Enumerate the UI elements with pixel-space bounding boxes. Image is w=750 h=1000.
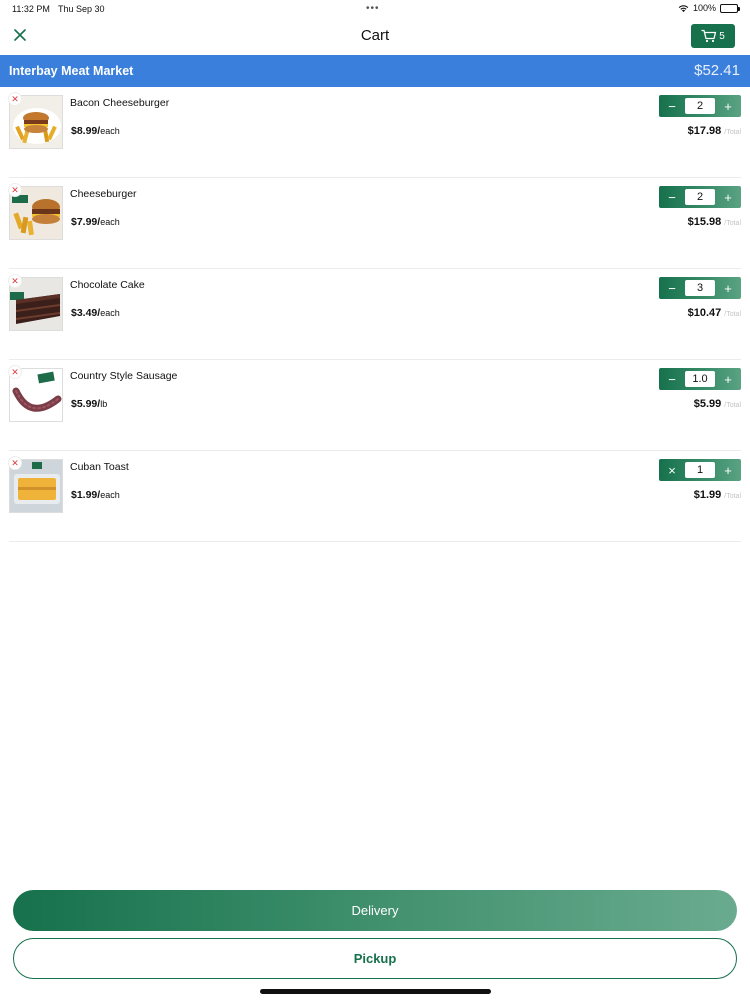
decrease-quantity-button[interactable]: −	[663, 370, 681, 388]
remove-item-button[interactable]: ✕	[8, 274, 22, 288]
quantity-stepper: − 2 +	[659, 95, 741, 117]
remove-item-button[interactable]: ✕	[8, 365, 22, 379]
item-unit-price: $8.99/each	[71, 125, 120, 137]
store-subtotal: $52.41	[694, 62, 740, 79]
nav-bar: Cart 5	[0, 18, 750, 54]
quantity-stepper: × 1 +	[659, 459, 741, 481]
quantity-value[interactable]: 2	[685, 98, 715, 114]
quantity-value[interactable]: 2	[685, 189, 715, 205]
decrease-quantity-button[interactable]: −	[663, 188, 681, 206]
cart-count: 5	[719, 30, 725, 42]
cart-item: ✕ Bacon Cheeseburger $8.99/each − 2 + $1…	[8, 87, 741, 178]
status-date: Thu Sep 30	[58, 4, 105, 14]
quantity-value[interactable]: 1.0	[685, 371, 715, 387]
line-total: $17.98/Total	[687, 125, 741, 137]
status-indicators: 100%	[678, 3, 740, 13]
line-total: $5.99/Total	[693, 398, 741, 410]
quantity-value[interactable]: 1	[685, 462, 715, 478]
item-name: Chocolate Cake	[70, 279, 145, 291]
item-name: Country Style Sausage	[70, 370, 178, 382]
battery-percent: 100%	[692, 3, 716, 13]
home-indicator[interactable]	[260, 989, 491, 994]
cart-item-list: ✕ Bacon Cheeseburger $8.99/each − 2 + $1…	[0, 87, 750, 542]
page-title: Cart	[360, 27, 390, 44]
item-name: Bacon Cheeseburger	[70, 97, 170, 109]
increase-quantity-button[interactable]: +	[719, 279, 737, 297]
item-name: Cheeseburger	[70, 188, 137, 200]
decrease-quantity-button[interactable]: −	[663, 97, 681, 115]
cart-item: ✕ Country Style Sausage $5.99/lb − 1.0 +…	[8, 360, 741, 451]
remove-item-button[interactable]: ✕	[8, 92, 22, 106]
multitasking-dots-icon[interactable]: •••	[366, 3, 380, 14]
status-bar: 11:32 PM Thu Sep 30 ••• 100%	[0, 0, 750, 18]
remove-quantity-button[interactable]: ×	[663, 461, 681, 479]
line-total: $1.99/Total	[693, 489, 741, 501]
pickup-button[interactable]: Pickup	[13, 938, 737, 979]
cart-icon	[701, 29, 717, 43]
status-time: 11:32 PM	[12, 4, 50, 14]
increase-quantity-button[interactable]: +	[719, 461, 737, 479]
quantity-stepper: − 2 +	[659, 186, 741, 208]
line-total: $15.98/Total	[687, 216, 741, 228]
quantity-stepper: − 3 +	[659, 277, 741, 299]
wifi-icon	[678, 4, 689, 12]
quantity-stepper: − 1.0 +	[659, 368, 741, 390]
increase-quantity-button[interactable]: +	[719, 97, 737, 115]
item-unit-price: $5.99/lb	[71, 398, 108, 410]
quantity-value[interactable]: 3	[685, 280, 715, 296]
item-unit-price: $3.49/each	[71, 307, 120, 319]
line-total: $10.47/Total	[687, 307, 741, 319]
item-unit-price: $7.99/each	[71, 216, 120, 228]
battery-icon	[720, 3, 740, 13]
cart-item: ✕ Chocolate Cake $3.49/each − 3 + $10.47…	[8, 269, 741, 360]
cart-item: ✕ Cheeseburger $7.99/each − 2 + $15.98/T…	[8, 178, 741, 269]
increase-quantity-button[interactable]: +	[719, 370, 737, 388]
remove-item-button[interactable]: ✕	[8, 456, 22, 470]
cart-item: ✕ Cuban Toast $1.99/each × 1 + $1.99/Tot…	[8, 451, 741, 542]
delivery-button[interactable]: Delivery	[13, 890, 737, 931]
cart-button[interactable]: 5	[691, 24, 735, 48]
store-name: Interbay Meat Market	[9, 64, 134, 78]
increase-quantity-button[interactable]: +	[719, 188, 737, 206]
item-unit-price: $1.99/each	[71, 489, 120, 501]
remove-item-button[interactable]: ✕	[8, 183, 22, 197]
item-name: Cuban Toast	[70, 461, 129, 473]
store-header: Interbay Meat Market $52.41	[0, 55, 750, 87]
decrease-quantity-button[interactable]: −	[663, 279, 681, 297]
